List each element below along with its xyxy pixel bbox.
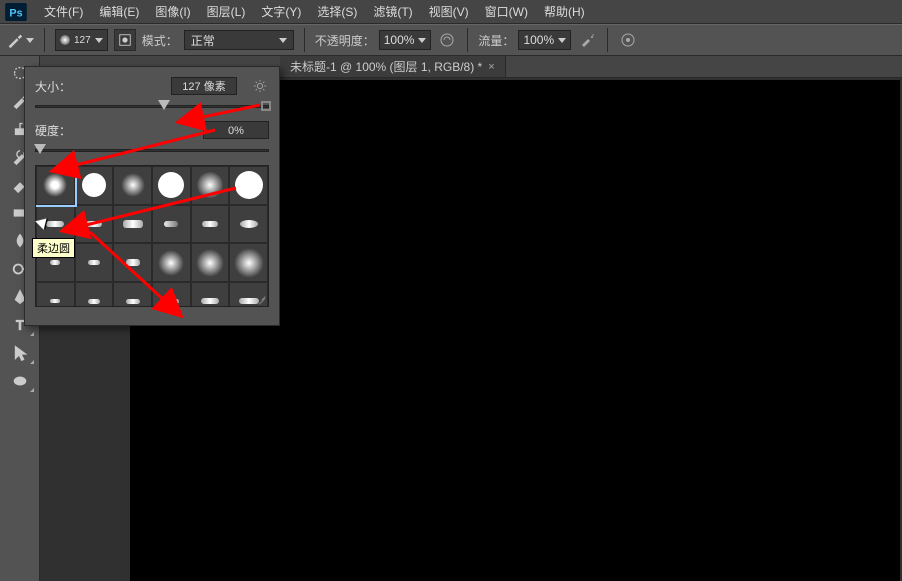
menu-type[interactable]: 文字(Y): [253, 3, 309, 20]
brush-swatch[interactable]: [229, 166, 268, 205]
chevron-down-icon: [26, 38, 34, 43]
brush-swatch[interactable]: 25: [152, 282, 191, 307]
svg-text:T: T: [16, 319, 24, 333]
separator: [44, 28, 45, 52]
brush-preset-grid: 25 50: [35, 165, 269, 307]
brush-swatch[interactable]: [75, 166, 114, 205]
brush-preset-picker[interactable]: 127: [55, 29, 108, 51]
options-bar: 127 模式： 正常 不透明度： 100% 流量： 100%: [0, 24, 902, 56]
brush-swatch[interactable]: [75, 243, 114, 282]
cursor-icon: [38, 216, 54, 236]
hardness-label: 硬度：: [35, 122, 95, 139]
brush-swatch[interactable]: [75, 282, 114, 307]
brush-tooltip: 柔边圆: [32, 238, 75, 258]
blend-mode-select[interactable]: 正常: [184, 30, 294, 50]
menu-help[interactable]: 帮助(H): [536, 3, 593, 20]
document-tab-title: 未标题-1 @ 100% (图层 1, RGB/8) *: [290, 58, 482, 75]
brush-swatch[interactable]: [229, 205, 268, 244]
menu-image[interactable]: 图像(I): [147, 3, 198, 20]
brush-swatch[interactable]: [191, 166, 230, 205]
separator: [607, 28, 608, 52]
brush-swatch[interactable]: [36, 166, 75, 205]
pressure-opacity-icon[interactable]: [437, 30, 457, 50]
mode-label: 模式：: [142, 32, 178, 49]
brush-swatch[interactable]: [113, 205, 152, 244]
menu-select[interactable]: 选择(S): [309, 3, 365, 20]
slider-track: [35, 105, 269, 108]
menu-file[interactable]: 文件(F): [36, 3, 91, 20]
hardness-input[interactable]: 0%: [203, 121, 269, 139]
hardness-slider[interactable]: [35, 143, 269, 157]
brush-swatch[interactable]: [113, 166, 152, 205]
brush-size-badge: 127: [74, 35, 91, 46]
airbrush-icon[interactable]: [577, 30, 597, 50]
flow-label: 流量：: [478, 32, 514, 49]
brush-swatch[interactable]: [152, 243, 191, 282]
brush-swatch[interactable]: [113, 282, 152, 307]
app-logo: Ps: [4, 3, 28, 21]
resize-handle-icon[interactable]: [256, 294, 266, 304]
shape-tool[interactable]: [4, 368, 36, 394]
brush-swatch[interactable]: [191, 205, 230, 244]
chevron-down-icon: [558, 38, 566, 43]
brush-swatch[interactable]: [229, 243, 268, 282]
separator: [304, 28, 305, 52]
flow-value: 100%: [523, 33, 554, 47]
menu-window[interactable]: 窗口(W): [477, 3, 536, 20]
brush-swatch[interactable]: [75, 205, 114, 244]
flow-input[interactable]: 100%: [518, 30, 571, 50]
brush-swatch[interactable]: [113, 243, 152, 282]
chevron-down-icon: [95, 38, 103, 43]
opacity-value: 100%: [384, 33, 415, 47]
pressure-size-icon[interactable]: [618, 30, 638, 50]
chevron-down-icon: [279, 38, 287, 43]
size-input[interactable]: 127 像素: [171, 77, 237, 95]
slider-end-icon: [261, 101, 271, 111]
brush-panel-toggle[interactable]: [114, 29, 136, 51]
path-select-tool[interactable]: [4, 340, 36, 366]
menu-filter[interactable]: 滤镜(T): [365, 3, 420, 20]
brush-swatch[interactable]: 50: [191, 282, 230, 307]
chevron-down-icon: [418, 38, 426, 43]
size-slider[interactable]: [35, 99, 269, 113]
svg-text:Ps: Ps: [9, 7, 22, 19]
brush-swatch[interactable]: [152, 205, 191, 244]
menu-edit[interactable]: 编辑(E): [91, 3, 147, 20]
gear-icon[interactable]: [251, 77, 269, 95]
document-tab[interactable]: 未标题-1 @ 100% (图层 1, RGB/8) * ×: [280, 56, 506, 77]
menu-layer[interactable]: 图层(L): [199, 3, 254, 20]
brush-preset-panel: 大小： 127 像素 硬度： 0%: [24, 66, 280, 326]
menu-bar: Ps 文件(F) 编辑(E) 图像(I) 图层(L) 文字(Y) 选择(S) 滤…: [0, 0, 902, 24]
size-label: 大小：: [35, 78, 95, 95]
close-icon[interactable]: ×: [488, 61, 494, 73]
opacity-input[interactable]: 100%: [379, 30, 432, 50]
brush-swatch[interactable]: [191, 243, 230, 282]
tool-preset-picker[interactable]: [6, 29, 34, 51]
slider-thumb[interactable]: [158, 100, 170, 112]
brush-swatch[interactable]: [152, 166, 191, 205]
opacity-label: 不透明度：: [315, 32, 375, 49]
slider-track: [35, 149, 269, 152]
blend-mode-value: 正常: [191, 32, 215, 49]
brush-swatch[interactable]: [36, 282, 75, 307]
brush-preview-icon: [60, 35, 70, 45]
separator: [467, 28, 468, 52]
slider-thumb[interactable]: [34, 144, 46, 156]
menu-view[interactable]: 视图(V): [421, 3, 477, 20]
